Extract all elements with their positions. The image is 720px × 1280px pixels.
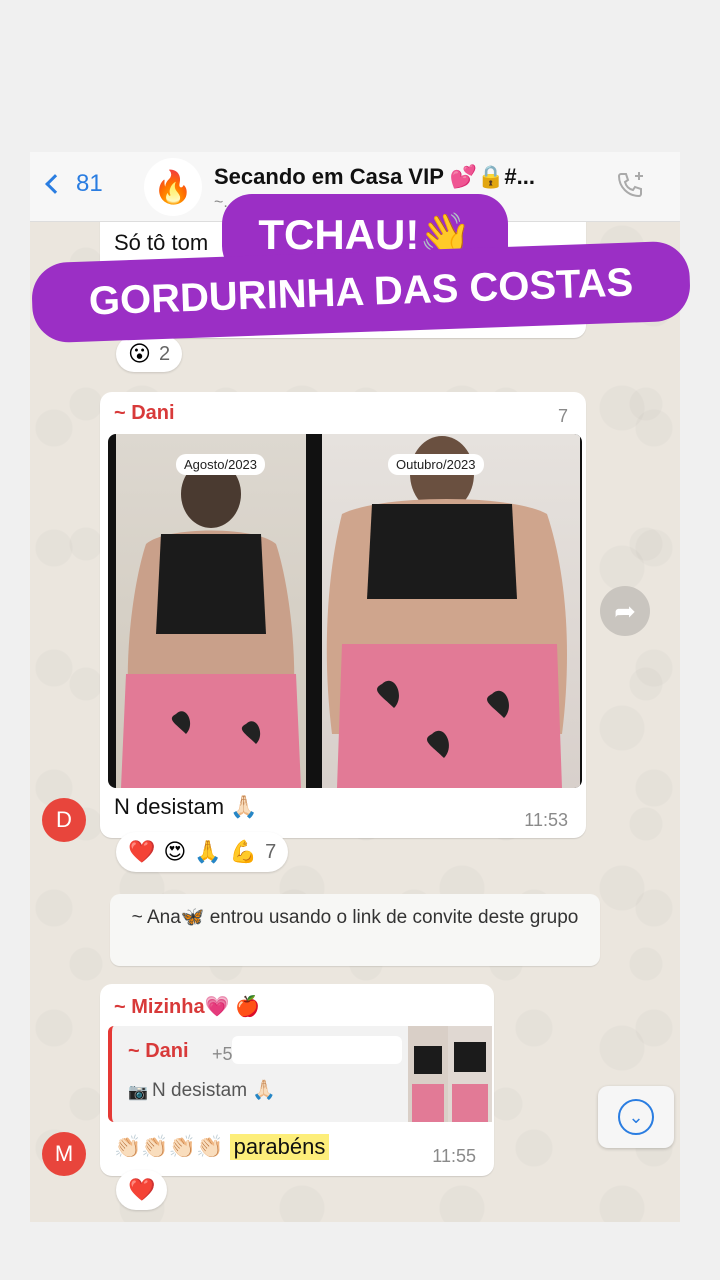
- quote-thumbnail: [408, 1026, 448, 1122]
- camera-icon: 📷: [128, 1084, 148, 1101]
- reaction-emoji: 🙏: [194, 839, 222, 864]
- system-message: ~ Ana🦋 entrou usando o link de convite d…: [110, 894, 600, 966]
- message-time: 7: [557, 406, 568, 426]
- quote-text: N desistam 🙏🏻: [152, 1080, 276, 1101]
- message-reactions[interactable]: ❤️ 😍 🙏 💪 7: [116, 832, 289, 872]
- quote-phone: +5: [212, 1044, 233, 1064]
- redacted-area: [270, 990, 480, 1020]
- message-emojis: 👏🏻👏🏻👏🏻👏🏻: [114, 1134, 224, 1159]
- sender-name: ~ Dani: [114, 402, 175, 424]
- quote-thumbnail: [448, 1026, 492, 1122]
- quoted-message[interactable]: ~ Dani +5 📷 N desistam 🙏🏻: [108, 1026, 492, 1122]
- photo-label: Agosto/2023: [176, 454, 266, 475]
- message-bubble[interactable]: ~ Mizinha💗 🍎 ~ Dani +5 📷 N desistam 🙏🏻 👏…: [100, 984, 494, 1176]
- reaction-emoji: ❤️: [128, 839, 156, 864]
- redacted-area: [232, 1036, 402, 1064]
- photo-before: Agosto/2023: [116, 434, 306, 788]
- group-avatar[interactable]: 🔥: [144, 158, 202, 216]
- message-text: N desistam 🙏🏻: [114, 794, 258, 819]
- highlighted-word: parabéns: [229, 1134, 330, 1160]
- message-time: 11:55: [432, 1146, 476, 1166]
- scroll-down-button[interactable]: ⌄: [598, 1086, 674, 1148]
- message-text: 👏🏻👏🏻👏🏻👏🏻 parabéns: [114, 1134, 330, 1160]
- quote-sender: ~ Dani: [128, 1040, 189, 1062]
- message-reactions[interactable]: ❤️: [116, 1170, 168, 1210]
- reaction-emoji: 😍: [163, 839, 187, 864]
- chevron-down-icon: ⌄: [618, 1099, 654, 1135]
- reaction-emoji: 😮: [128, 341, 151, 366]
- photo-label: Outubro/2023: [388, 454, 484, 475]
- unread-count: 81: [76, 170, 103, 197]
- message-photo[interactable]: Agosto/2023 Outubro/2023: [108, 434, 582, 788]
- message-text: Só tô tom: [114, 230, 209, 255]
- reaction-count: 7: [265, 840, 277, 863]
- photo-after: Outubro/2023: [322, 434, 580, 788]
- message-time: 11:53: [524, 810, 568, 830]
- group-title[interactable]: Secando em Casa VIP 💕🔒#...: [214, 164, 535, 190]
- message-reactions[interactable]: 😮 2: [116, 336, 183, 372]
- reaction-emoji: 💪: [229, 839, 258, 864]
- back-button[interactable]: 81: [45, 170, 103, 198]
- reaction-count: 2: [158, 342, 171, 365]
- chevron-left-icon: [45, 174, 65, 194]
- reaction-emoji: ❤️: [128, 1177, 156, 1202]
- sender-name: ~ Mizinha💗 🍎: [114, 996, 260, 1018]
- avatar[interactable]: M: [42, 1132, 86, 1176]
- phone-plus-icon[interactable]: [612, 168, 648, 204]
- avatar[interactable]: D: [42, 798, 86, 842]
- forward-icon[interactable]: ➦: [600, 586, 650, 636]
- message-bubble[interactable]: ~ Dani 7 Agosto/2023 Outubro/2023 N desi…: [100, 392, 586, 838]
